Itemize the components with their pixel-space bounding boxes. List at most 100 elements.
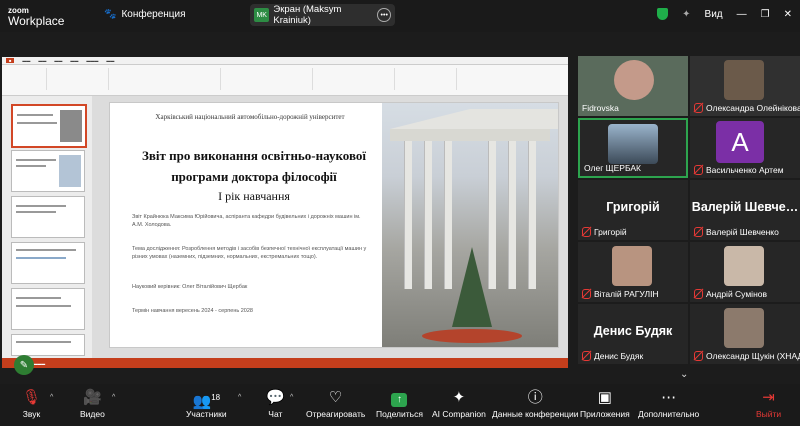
- close-icon[interactable]: ✕: [784, 9, 792, 20]
- more-dots-icon: ⋯: [661, 389, 677, 406]
- chat-icon: 💬: [266, 389, 285, 406]
- ribbon-group: [48, 68, 109, 90]
- participant-tile[interactable]: Віталій РАГУЛІН: [578, 242, 688, 302]
- ppt-ribbon: [2, 65, 568, 96]
- mic-muted-icon: [694, 289, 703, 299]
- slide-thumbnail: [11, 104, 87, 148]
- slide-thumbnails: [2, 96, 92, 358]
- screen-share-label: Экран (Maksym Krainiuk): [273, 4, 342, 26]
- slide-supervisor: Науковий керівник: Олег Віталійович Щерб…: [132, 284, 248, 290]
- participant-video: [724, 60, 764, 100]
- restore-icon[interactable]: ❐: [761, 9, 770, 20]
- slide-thumbnail: [11, 334, 85, 356]
- mic-muted-icon: 🎙: [22, 389, 42, 406]
- participant-tile-active-speaker[interactable]: Олег ЩЕРБАК: [578, 118, 688, 178]
- audio-options-caret[interactable]: ^: [50, 394, 53, 401]
- audio-button[interactable]: 🎙 Звук: [22, 387, 41, 419]
- flower-bed: [422, 329, 522, 343]
- meeting-label: Конференция: [121, 9, 186, 20]
- participant-photo: [724, 246, 764, 286]
- participant-video: [614, 60, 654, 100]
- slide-thumbnail: [11, 196, 85, 238]
- screen-sharer-avatar: MK: [254, 8, 270, 22]
- meeting-menu[interactable]: 🐾 Конференция: [104, 9, 186, 20]
- slide-thumbnail: [11, 150, 85, 192]
- chat-button[interactable]: 💬 Чат: [266, 387, 285, 419]
- share-button[interactable]: ↑ Поделиться: [376, 387, 423, 419]
- slide-thumbnail: [11, 288, 85, 330]
- minimize-icon[interactable]: —: [737, 9, 747, 20]
- participant-tile[interactable]: Андрій Сумінов: [690, 242, 800, 302]
- more-button[interactable]: ⋯ Дополнительно: [638, 387, 699, 419]
- apps-button[interactable]: ▣ Приложения: [580, 387, 630, 419]
- conference-info-button[interactable]: ⓘ Данные конференции: [492, 387, 579, 419]
- paw-icon: 🐾: [104, 9, 117, 20]
- leave-door-icon: ⇥: [762, 389, 775, 406]
- ribbon-group: [314, 68, 395, 90]
- ai-companion-button[interactable]: ✦ AI Companion: [432, 387, 486, 419]
- slide-term: Термін навчання вересень 2024 - серпень …: [132, 308, 253, 314]
- mic-muted-icon: [582, 227, 591, 237]
- view-menu[interactable]: Вид: [705, 9, 723, 20]
- react-button[interactable]: ♡ Отреагировать: [306, 387, 365, 419]
- title-bar: zoom Workplace 🐾 Конференция MK Экран (M…: [0, 0, 800, 32]
- heart-icon: ♡: [328, 389, 343, 406]
- mic-muted-icon: [582, 351, 591, 361]
- sparkle-icon[interactable]: ✦: [682, 9, 690, 20]
- ppt-status-bar: ▬▬▬ ▬▬▬▬: [2, 358, 568, 368]
- chat-options-caret[interactable]: ^: [290, 394, 293, 401]
- participant-tile[interactable]: Григорій Григорій: [578, 180, 688, 240]
- meeting-toolbar: 🎙 Звук ^ 🎥 Видео ^ 👥18 Участники ^ 💬 Чат…: [0, 384, 800, 426]
- mic-muted-icon: [694, 227, 703, 237]
- ppt-file-tab: ■: [6, 58, 15, 63]
- participant-photo: [612, 246, 652, 286]
- mic-muted-icon: [582, 289, 591, 299]
- spruce-tree: [452, 247, 492, 327]
- ribbon-group: [110, 68, 221, 90]
- ribbon-group: [222, 68, 313, 90]
- mic-muted-icon: [694, 351, 703, 361]
- ai-sparkle-icon: ✦: [452, 389, 466, 406]
- video-off-icon: 🎥: [83, 389, 102, 406]
- shared-screen: ■ ▬▬ ▬▬ ▬▬ ▬▬ ▬▬▬ ▬▬ Харківський національний…: [2, 57, 568, 368]
- slide-university: Харківський національний автомобільно-до…: [155, 113, 345, 121]
- participant-avatar: A: [716, 121, 764, 163]
- participant-tile[interactable]: A Васильченко Артем: [690, 118, 800, 178]
- info-icon: ⓘ: [527, 389, 543, 406]
- participant-tile[interactable]: Валерій Шевче… Валерій Шевченко: [690, 180, 800, 240]
- participant-tile[interactable]: Fidrovska: [578, 56, 688, 116]
- gallery-next-chevron-icon[interactable]: ⌄: [680, 369, 688, 380]
- slide-title: Звіт про виконання освітньо-наукової про…: [141, 148, 367, 184]
- apps-icon: ▣: [597, 389, 612, 406]
- current-slide: Харківський національний автомобільно-до…: [109, 102, 559, 348]
- participant-tile[interactable]: Олександра Олейнікова: [690, 56, 800, 116]
- share-screen-icon: ↑: [391, 387, 408, 409]
- annotate-pen-icon[interactable]: ✎: [14, 355, 34, 375]
- participants-options-caret[interactable]: ^: [238, 394, 241, 401]
- university-building-photo: [382, 103, 558, 347]
- slide-thumbnail: [11, 242, 85, 284]
- participant-tile[interactable]: Олександр Щукін (ХНАД…: [690, 304, 800, 364]
- mic-muted-icon: [694, 165, 703, 175]
- participants-icon: 👥: [192, 393, 212, 410]
- participants-button[interactable]: 👥18 Участники: [186, 387, 227, 419]
- participant-photo: [724, 308, 764, 348]
- participant-tile[interactable]: Денис Будяк Денис Будяк: [578, 304, 688, 364]
- more-options-icon[interactable]: •••: [377, 8, 391, 22]
- participants-count: 18: [211, 393, 221, 402]
- encryption-shield-icon[interactable]: [657, 8, 669, 20]
- video-options-caret[interactable]: ^: [112, 394, 115, 401]
- slide-year: І рік навчання: [218, 189, 290, 203]
- slide-topic: Тема дослідження: Розроблення методів і …: [132, 246, 367, 260]
- ribbon-group: [6, 68, 47, 90]
- ppt-ribbon-tabs: ■ ▬▬ ▬▬ ▬▬ ▬▬ ▬▬▬ ▬▬: [2, 57, 568, 65]
- slide-author: Звіт Крайнюка Максима Юрійовича, аспіран…: [132, 214, 361, 228]
- video-button[interactable]: 🎥 Видео: [80, 387, 105, 419]
- ppt-tab: ▬▬: [22, 58, 31, 63]
- leave-button[interactable]: ⇥ Выйти: [756, 387, 781, 419]
- participant-video: [608, 124, 658, 164]
- ribbon-group: [396, 68, 457, 90]
- mic-muted-icon: [694, 103, 703, 113]
- screen-share-pill[interactable]: MK Экран (Maksym Krainiuk) •••: [250, 4, 395, 26]
- zoom-logo: zoom Workplace: [8, 6, 65, 28]
